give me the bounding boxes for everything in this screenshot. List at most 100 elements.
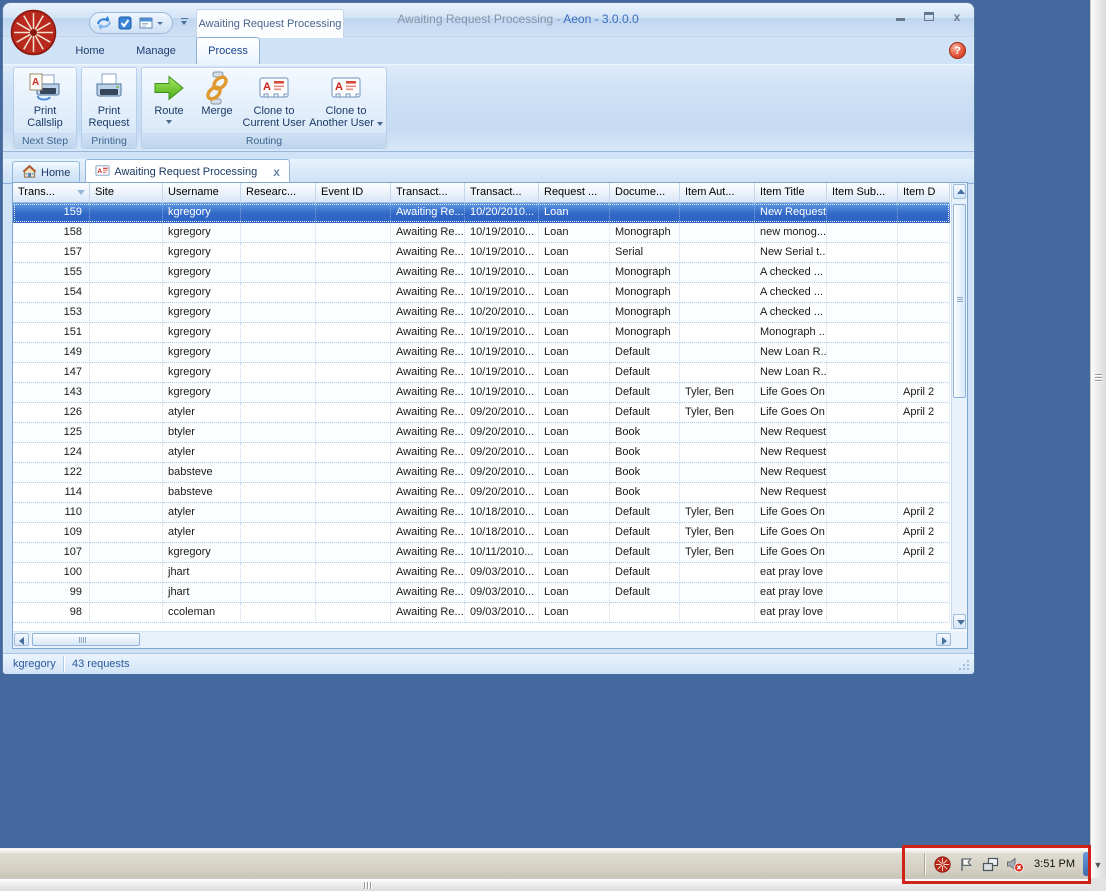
table-row[interactable]: 99jhartAwaiting Re...09/03/2010...LoanDe… (13, 583, 950, 603)
maximize-button[interactable] (922, 11, 936, 23)
column-header-6[interactable]: Transact... (465, 183, 539, 203)
resize-grip[interactable] (958, 659, 970, 674)
grid-vertical-scrollbar[interactable] (951, 183, 967, 630)
column-header-9[interactable]: Item Aut... (680, 183, 755, 203)
table-cell (316, 243, 391, 263)
table-cell (680, 583, 755, 603)
table-row[interactable]: 154kgregoryAwaiting Re...10/19/2010...Lo… (13, 283, 950, 303)
table-cell (316, 463, 391, 483)
merge-button[interactable]: Merge (194, 70, 240, 117)
vertical-scroll-thumb[interactable] (953, 204, 966, 398)
table-row[interactable]: 158kgregoryAwaiting Re...10/19/2010...Lo… (13, 223, 950, 243)
column-header-8[interactable]: Docume... (610, 183, 680, 203)
table-row[interactable]: 153kgregoryAwaiting Re...10/20/2010...Lo… (13, 303, 950, 323)
table-cell: Awaiting Re... (391, 363, 465, 383)
doc-tab-awaiting-request-processing[interactable]: A Awaiting Request Processing x (85, 159, 290, 183)
table-cell: Loan (539, 383, 610, 403)
form-quick-icon[interactable] (138, 15, 154, 31)
column-header-3[interactable]: Researc... (241, 183, 316, 203)
flag-icon[interactable] (958, 856, 975, 873)
table-row[interactable]: 147kgregoryAwaiting Re...10/19/2010...Lo… (13, 363, 950, 383)
viewer-scroll-down-icon[interactable]: ▼ (1091, 856, 1105, 874)
close-button[interactable]: x (950, 11, 964, 23)
qat-customize-button[interactable] (177, 15, 191, 31)
column-header-10[interactable]: Item Title (755, 183, 827, 203)
column-header-7[interactable]: Request ... (539, 183, 610, 203)
tray-clock[interactable]: 3:51 PM (1034, 858, 1075, 870)
table-cell (90, 343, 163, 363)
table-row[interactable]: 125btylerAwaiting Re...09/20/2010...Loan… (13, 423, 950, 443)
print-callslip-button[interactable]: APrintCallslip (16, 70, 74, 129)
clone-to-another-user-button[interactable]: AClone toAnother User (308, 70, 384, 129)
taskbar[interactable]: 3:51 PM (0, 848, 1090, 878)
scroll-down-button[interactable] (953, 614, 966, 629)
table-cell: Awaiting Re... (391, 483, 465, 503)
table-cell: April 2 (898, 523, 950, 543)
table-cell (241, 363, 316, 383)
table-row[interactable]: 122babsteveAwaiting Re...09/20/2010...Lo… (13, 463, 950, 483)
table-row[interactable]: 155kgregoryAwaiting Re...10/19/2010...Lo… (13, 263, 950, 283)
column-header-0[interactable]: Trans... (13, 183, 90, 203)
volume-muted-icon[interactable] (1006, 856, 1023, 873)
print-request-button[interactable]: PrintRequest (84, 70, 134, 129)
help-button[interactable]: ? (949, 42, 966, 59)
scroll-left-button[interactable] (14, 633, 29, 646)
table-cell (316, 563, 391, 583)
table-row[interactable]: 107kgregoryAwaiting Re...10/11/2010...Lo… (13, 543, 950, 563)
minimize-button[interactable] (894, 11, 908, 23)
table-cell: 10/19/2010... (465, 363, 539, 383)
table-row[interactable]: 110atylerAwaiting Re...10/18/2010...Loan… (13, 503, 950, 523)
chevron-down-icon[interactable] (157, 22, 163, 25)
table-row[interactable]: 159kgregoryAwaiting Re...10/20/2010...Lo… (13, 203, 950, 223)
horizontal-scroll-thumb[interactable] (32, 633, 140, 646)
doc-tab-home[interactable]: Home (12, 161, 80, 183)
column-header-label: Item Title (760, 186, 805, 198)
table-cell (827, 543, 898, 563)
column-header-11[interactable]: Item Sub... (827, 183, 898, 203)
column-header-1[interactable]: Site (90, 183, 163, 203)
tab-home[interactable]: Home (59, 40, 121, 64)
scroll-up-button[interactable] (953, 184, 966, 199)
route-button[interactable]: Route (144, 70, 194, 124)
table-cell: 10/19/2010... (465, 343, 539, 363)
column-header-5[interactable]: Transact... (391, 183, 465, 203)
table-row[interactable]: 126atylerAwaiting Re...09/20/2010...Loan… (13, 403, 950, 423)
table-cell: 10/18/2010... (465, 523, 539, 543)
tab-manage[interactable]: Manage (123, 40, 189, 64)
table-row[interactable]: 98ccolemanAwaiting Re...09/03/2010...Loa… (13, 603, 950, 623)
table-row[interactable]: 143kgregoryAwaiting Re...10/19/2010...Lo… (13, 383, 950, 403)
table-row[interactable]: 124atylerAwaiting Re...09/20/2010...Loan… (13, 443, 950, 463)
table-row[interactable]: 109atylerAwaiting Re...10/18/2010...Loan… (13, 523, 950, 543)
table-row[interactable]: 114babsteveAwaiting Re...09/20/2010...Lo… (13, 483, 950, 503)
column-header-12[interactable]: Item D (898, 183, 950, 203)
table-row[interactable]: 100jhartAwaiting Re...09/03/2010...LoanD… (13, 563, 950, 583)
table-cell (680, 563, 755, 583)
request-card-icon: A (95, 163, 110, 181)
aeon-logo-icon[interactable] (10, 9, 57, 56)
scroll-right-button[interactable] (936, 633, 951, 646)
viewer-horizontal-scrollbar[interactable] (0, 878, 1090, 891)
table-row[interactable]: 157kgregoryAwaiting Re...10/19/2010...Lo… (13, 243, 950, 263)
column-header-4[interactable]: Event ID (316, 183, 391, 203)
table-cell: Awaiting Re... (391, 603, 465, 623)
taskbar-edge-button[interactable] (1083, 852, 1090, 876)
svg-text:A: A (263, 81, 271, 93)
table-cell (898, 263, 950, 283)
table-cell (241, 583, 316, 603)
table-cell: Book (610, 483, 680, 503)
grid-horizontal-scrollbar[interactable] (13, 631, 952, 648)
table-row[interactable]: 149kgregoryAwaiting Re...10/19/2010...Lo… (13, 343, 950, 363)
table-cell: A checked ... (755, 263, 827, 283)
aeon-tray-icon[interactable] (934, 856, 951, 873)
tab-process[interactable]: Process (196, 37, 260, 64)
viewer-vertical-scrollbar[interactable] (1090, 0, 1106, 878)
tasks-quick-icon[interactable] (117, 15, 133, 31)
table-row[interactable]: 151kgregoryAwaiting Re...10/19/2010...Lo… (13, 323, 950, 343)
table-cell: 155 (13, 263, 90, 283)
column-header-2[interactable]: Username (163, 183, 241, 203)
network-icon[interactable] (982, 856, 999, 873)
table-cell: Awaiting Re... (391, 263, 465, 283)
route-quick-icon[interactable] (96, 15, 112, 31)
clone-to-current-user-button[interactable]: AClone toCurrent User (240, 70, 308, 129)
tab-close-icon[interactable]: x (273, 167, 280, 177)
